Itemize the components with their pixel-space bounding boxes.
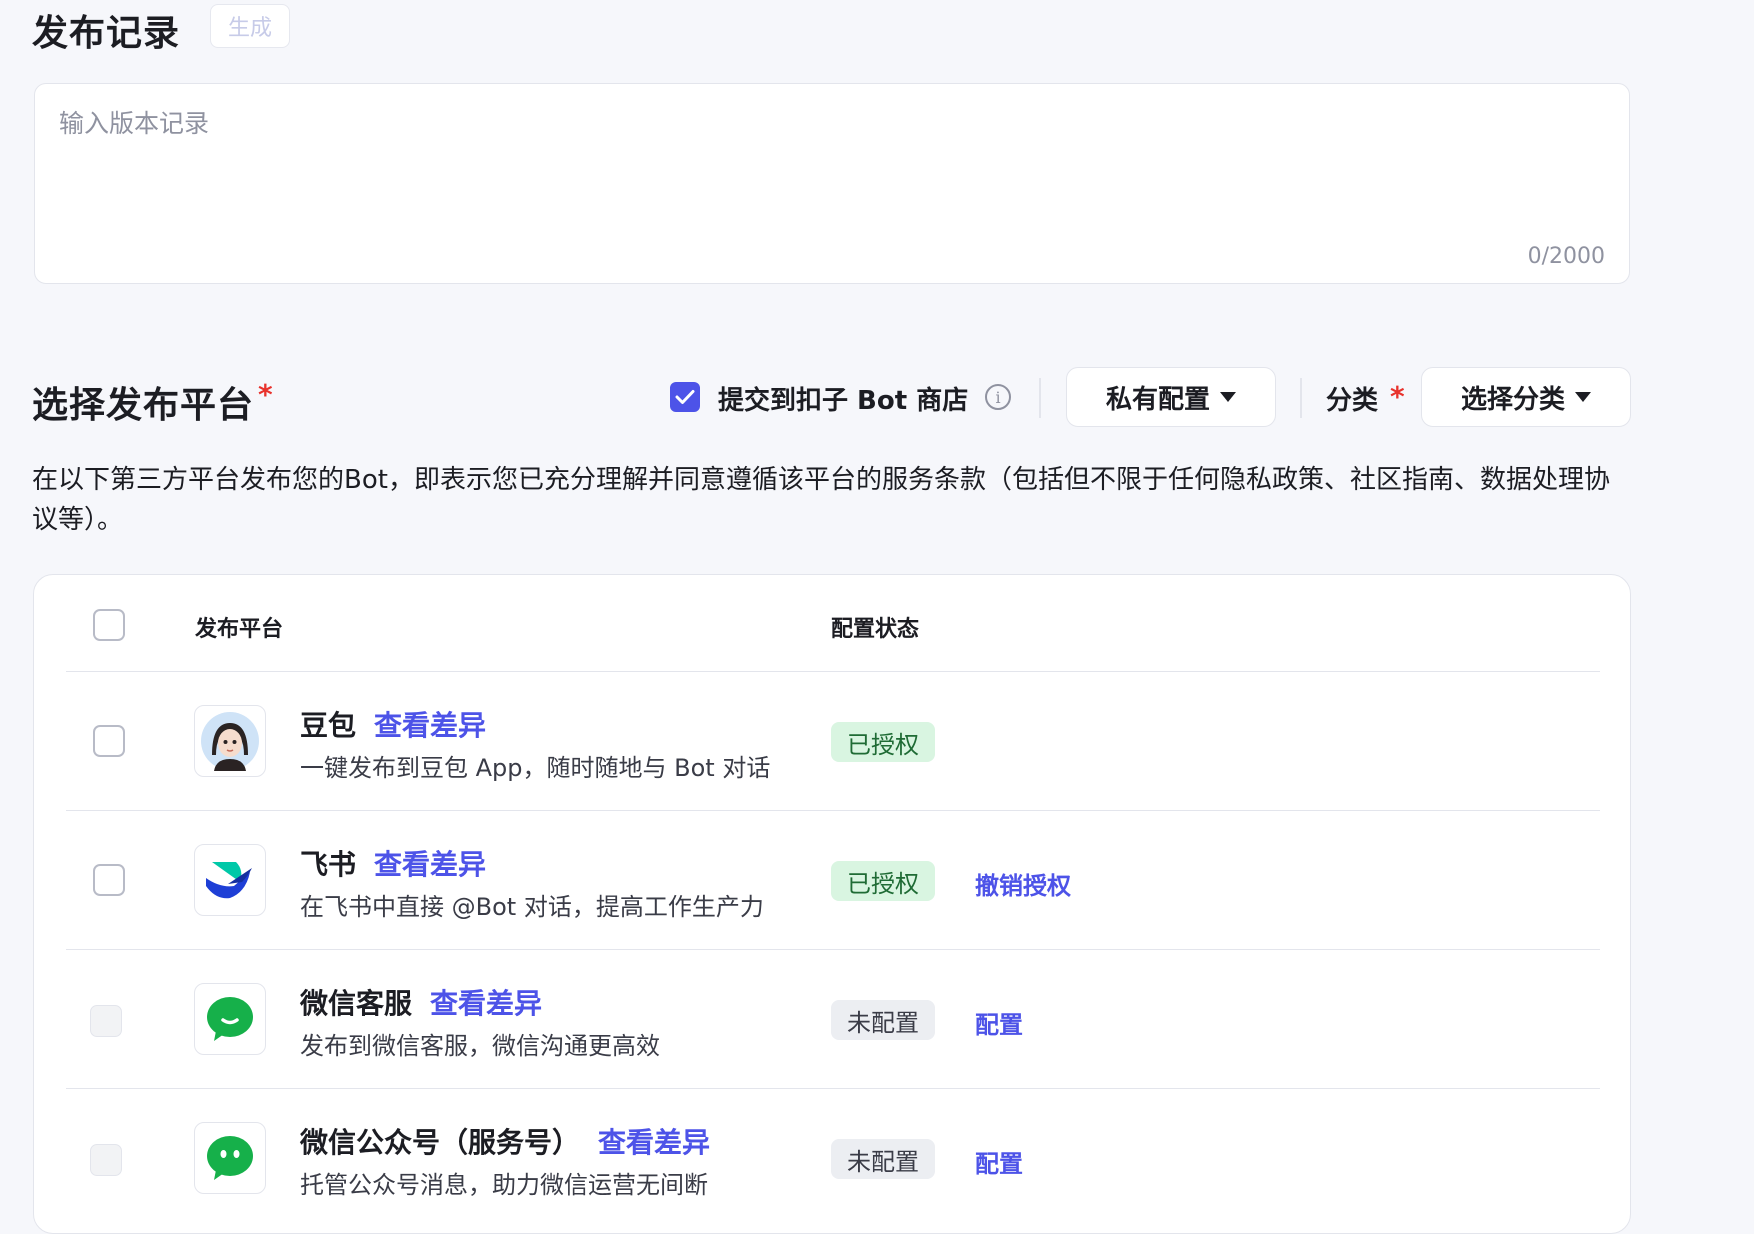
wechat-official-icon (194, 1122, 266, 1194)
platform-section-title: 选择发布平台 (32, 376, 254, 428)
platform-name: 微信公众号（服务号） (300, 1121, 580, 1161)
platform-description: 托管公众号消息，助力微信运营无间断 (300, 1165, 708, 1200)
platform-description: 发布到微信客服，微信沟通更高效 (300, 1026, 660, 1061)
table-row: 豆包 查看差异 一键发布到豆包 App，随时随地与 Bot 对话 已授权 (34, 672, 1630, 810)
release-notes-title: 发布记录 (32, 4, 180, 56)
platform-table: 发布平台 配置状态 豆包 查看差异 一键发布到豆包 App，随时随地与 Bot … (33, 574, 1631, 1234)
store-checkbox[interactable] (670, 382, 700, 412)
row-checkbox[interactable] (90, 1005, 122, 1037)
privacy-select-label: 私有配置 (1106, 379, 1210, 416)
platform-terms-description: 在以下第三方平台发布您的Bot，即表示您已充分理解并同意遵循该平台的服务条款（包… (32, 460, 1632, 540)
view-diff-link[interactable]: 查看差异 (374, 704, 486, 744)
column-header-status: 配置状态 (831, 611, 919, 643)
generate-button[interactable]: 生成 (210, 4, 290, 48)
revoke-auth-link[interactable]: 撤销授权 (975, 866, 1071, 901)
platform-name: 飞书 (300, 843, 356, 883)
table-row: 飞书 查看差异 在飞书中直接 @Bot 对话，提高工作生产力 已授权 撤销授权 (34, 811, 1630, 949)
table-row: 微信客服 查看差异 发布到微信客服，微信沟通更高效 未配置 配置 (34, 950, 1630, 1088)
caret-down-icon (1575, 392, 1591, 402)
release-notes-input[interactable] (57, 102, 1601, 226)
required-mark: * (258, 378, 273, 411)
platform-description: 在飞书中直接 @Bot 对话，提高工作生产力 (300, 887, 764, 922)
select-all-checkbox[interactable] (93, 609, 125, 641)
configure-link[interactable]: 配置 (975, 1144, 1023, 1179)
store-checkbox-label[interactable]: 提交到扣子 Bot 商店 (718, 380, 968, 417)
table-row: 微信公众号（服务号） 查看差异 托管公众号消息，助力微信运营无间断 未配置 配置 (34, 1089, 1630, 1227)
view-diff-link[interactable]: 查看差异 (598, 1121, 710, 1161)
configure-link[interactable]: 配置 (975, 1005, 1023, 1040)
category-select[interactable]: 选择分类 (1421, 367, 1631, 427)
row-checkbox[interactable] (93, 864, 125, 896)
divider (1300, 378, 1302, 418)
row-checkbox[interactable] (93, 725, 125, 757)
char-counter: 0/2000 (1528, 244, 1605, 269)
release-notes-box: 0/2000 (34, 83, 1630, 284)
column-header-platform: 发布平台 (195, 611, 283, 643)
status-badge: 未配置 (831, 1139, 935, 1179)
row-checkbox[interactable] (90, 1144, 122, 1176)
view-diff-link[interactable]: 查看差异 (374, 843, 486, 883)
platform-name: 豆包 (300, 704, 356, 744)
doubao-avatar-icon (194, 705, 266, 777)
category-label: 分类 (1326, 380, 1378, 417)
info-icon[interactable]: i (985, 384, 1011, 410)
platform-name: 微信客服 (300, 982, 412, 1022)
caret-down-icon (1220, 392, 1236, 402)
check-icon (675, 389, 695, 405)
status-badge: 已授权 (831, 722, 935, 762)
view-diff-link[interactable]: 查看差异 (430, 982, 542, 1022)
wechat-service-icon (194, 983, 266, 1055)
feishu-icon (194, 844, 266, 916)
status-badge: 已授权 (831, 861, 935, 901)
status-badge: 未配置 (831, 1000, 935, 1040)
category-select-label: 选择分类 (1461, 379, 1565, 416)
privacy-select[interactable]: 私有配置 (1066, 367, 1276, 427)
divider (1039, 378, 1041, 418)
category-required-mark: * (1390, 380, 1405, 413)
platform-description: 一键发布到豆包 App，随时随地与 Bot 对话 (300, 748, 770, 783)
